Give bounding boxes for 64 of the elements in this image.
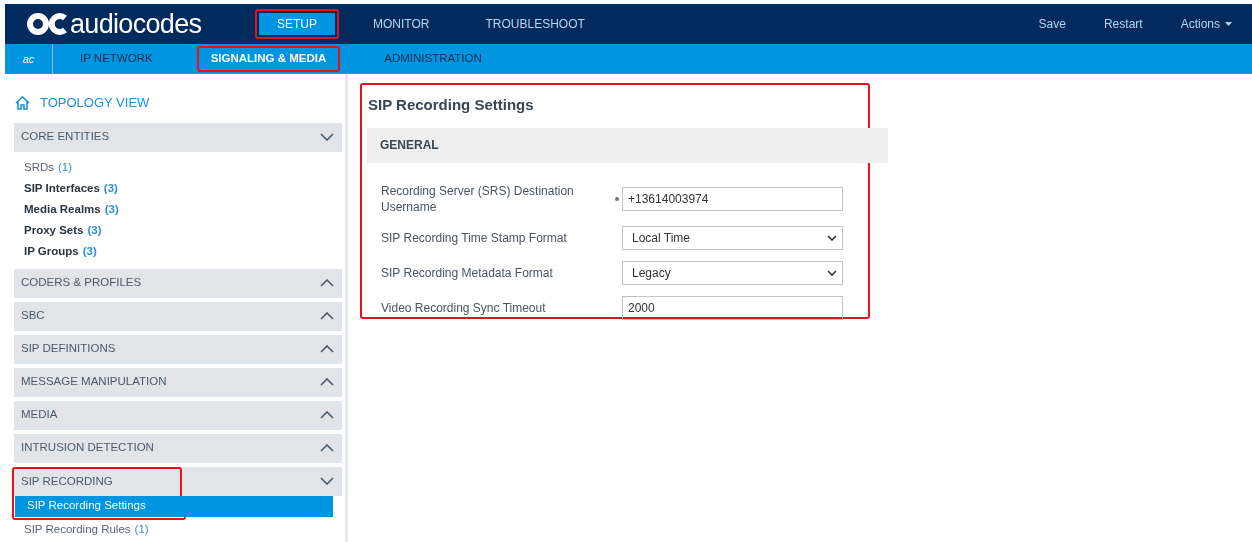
- input-field[interactable]: 2000: [622, 295, 843, 320]
- chevron-down-icon: [320, 133, 334, 141]
- field-label: Recording Server (SRS) Destination Username: [381, 182, 575, 215]
- sidebar-item[interactable]: IP Groups (3): [14, 241, 97, 263]
- sub-nav-tab[interactable]: IP NETWORK: [68, 50, 165, 68]
- input-field[interactable]: +13614003974: [622, 186, 843, 211]
- chevron-down-icon: [827, 234, 837, 241]
- section-header[interactable]: CODERS & PROFILES: [14, 268, 342, 298]
- section-header[interactable]: MESSAGE MANIPULATION: [14, 367, 342, 397]
- toolbar-link[interactable]: Save: [1038, 15, 1066, 33]
- item-count: (3): [87, 223, 102, 239]
- item-count: (1): [58, 160, 73, 176]
- section-header[interactable]: MEDIA: [14, 400, 342, 430]
- topology-view-link[interactable]: TOPOLOGY VIEW: [15, 93, 150, 113]
- chevron-up-icon: [320, 345, 334, 353]
- ac-badge: ac: [5, 44, 53, 74]
- actions-menu-button[interactable]: Actions: [1180, 15, 1232, 33]
- sub-nav-tab[interactable]: ADMINISTRATION: [372, 50, 494, 68]
- section-title: MESSAGE MANIPULATION: [21, 374, 167, 390]
- section-title: CODERS & PROFILES: [21, 275, 142, 291]
- section-title: SIP RECORDING: [21, 474, 113, 490]
- sidebar-item[interactable]: Media Realms (3): [14, 199, 119, 221]
- sub-nav-tab[interactable]: SIGNALING & MEDIA: [198, 50, 339, 68]
- field-label: SIP Recording Metadata Format: [381, 264, 554, 281]
- section-title: MEDIA: [21, 407, 58, 423]
- caret-icon: [1225, 22, 1232, 26]
- chevron-down-icon: [827, 269, 837, 276]
- chevron-up-icon: [320, 279, 334, 287]
- sidebar-item[interactable]: SRDs (1): [14, 157, 73, 179]
- section-header[interactable]: SIP DEFINITIONS: [14, 334, 342, 364]
- nav-tab[interactable]: SETUP: [259, 13, 335, 35]
- dropdown[interactable]: Local Time: [622, 225, 843, 250]
- section-title: SIP DEFINITIONS: [21, 341, 116, 357]
- chevron-up-icon: [320, 444, 334, 452]
- chevron-up-icon: [320, 411, 334, 419]
- chevron-up-icon: [320, 312, 334, 320]
- item-count: (3): [82, 244, 97, 260]
- sidebar-item[interactable]: Proxy Sets (3): [14, 220, 102, 242]
- toolbar-link[interactable]: Restart: [1103, 15, 1143, 33]
- section-title: CORE ENTITIES: [21, 129, 110, 145]
- group-title: GENERAL: [380, 137, 439, 154]
- nav-tab[interactable]: TROUBLESHOOT: [467, 13, 603, 35]
- logo-icon: [27, 12, 69, 36]
- field-label: Video Recording Sync Timeout: [381, 299, 547, 316]
- section-header[interactable]: INTRUSION DETECTION: [14, 433, 342, 463]
- item-count: (1): [134, 522, 149, 538]
- section-header[interactable]: CORE ENTITIES: [14, 122, 342, 152]
- chevron-up-icon: [320, 378, 334, 386]
- field-label: SIP Recording Time Stamp Format: [381, 229, 568, 246]
- chevron-down-icon: [320, 477, 334, 485]
- sidebar-item[interactable]: SIP Recording Settings: [15, 495, 333, 517]
- nav-tab[interactable]: MONITOR: [355, 13, 448, 35]
- item-count: (3): [104, 202, 119, 218]
- home-icon: [15, 95, 30, 110]
- sidebar-item[interactable]: SIP Interfaces (3): [14, 178, 118, 200]
- sidebar-item[interactable]: SIP Recording Rules (1): [14, 519, 149, 541]
- panel-title: SIP Recording Settings: [368, 95, 535, 115]
- item-count: (3): [103, 181, 118, 197]
- section-title: INTRUSION DETECTION: [21, 440, 154, 456]
- logo-text: audiocodes: [70, 10, 202, 38]
- dropdown[interactable]: Legacy: [622, 260, 843, 285]
- section-title: SBC: [21, 308, 45, 324]
- section-header[interactable]: SIP RECORDING: [14, 466, 342, 496]
- section-header[interactable]: SBC: [14, 301, 342, 331]
